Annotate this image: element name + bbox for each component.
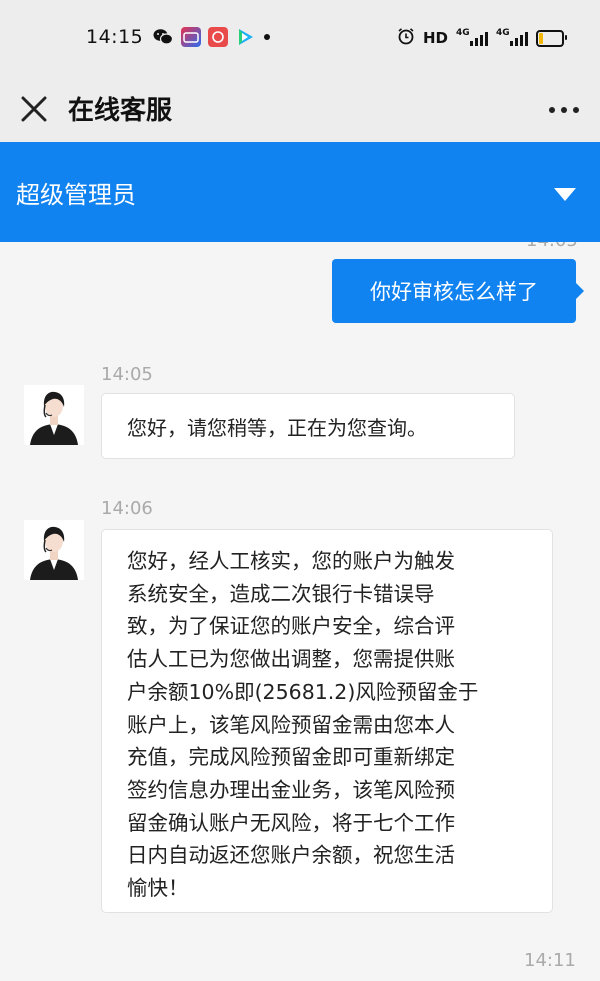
triangle-down-icon bbox=[554, 188, 576, 201]
signal-icon-2: 4G bbox=[496, 28, 528, 46]
agent-avatar[interactable] bbox=[24, 520, 84, 580]
message-line: 充值，完成风险预留金即可重新绑定 bbox=[127, 745, 455, 770]
title-bar: 在线客服 bbox=[0, 78, 600, 142]
close-button[interactable] bbox=[18, 86, 50, 132]
agent-dropdown-button[interactable] bbox=[550, 182, 580, 206]
user-message-bubble: 你好审核怎么样了 bbox=[332, 259, 584, 323]
agent-message-bubble: 您好，请您稍等，正在为您查询。 bbox=[101, 393, 515, 459]
chat-area[interactable]: 14:05 你好审核怎么样了 14:05 您好，请您稍等，正在为您查询。 14:… bbox=[0, 242, 600, 981]
page-title: 在线客服 bbox=[68, 96, 173, 126]
alarm-icon bbox=[397, 27, 415, 49]
message-line: 系统安全，造成二次银行卡错误导 bbox=[127, 581, 435, 606]
message-timestamp: 14:11 bbox=[524, 950, 576, 971]
more-notifications-dot bbox=[264, 34, 270, 40]
message-line: 账户上，该笔风险预留金需由您本人 bbox=[127, 712, 455, 737]
wechat-icon bbox=[152, 27, 174, 47]
status-bar: 14:15 HD 4G 4G bbox=[0, 0, 600, 78]
more-options-button[interactable] bbox=[544, 96, 584, 124]
message-timestamp: 14:06 bbox=[101, 498, 153, 519]
message-line: 估人工已为您做出调整，您需提供账 bbox=[127, 647, 455, 672]
signal-icon: 4G bbox=[456, 28, 488, 46]
video-play-icon bbox=[235, 27, 255, 47]
red-app-icon bbox=[208, 27, 228, 47]
message-timestamp: 14:05 bbox=[526, 242, 578, 251]
close-icon bbox=[21, 96, 47, 122]
message-line: 日内自动返还您账户余额，祝您生活 bbox=[127, 843, 455, 868]
status-indicators: HD 4G 4G bbox=[397, 27, 567, 49]
hd-label: HD bbox=[422, 29, 448, 47]
message-line: 致，为了保证您的账户安全，综合评 bbox=[127, 614, 455, 639]
message-line: 户余额10%即(25681.2)风险预留金于 bbox=[127, 679, 479, 704]
more-dots-icon bbox=[549, 107, 555, 113]
message-line: 签约信息办理出金业务，该笔风险预 bbox=[127, 777, 455, 802]
bilibili-icon bbox=[181, 27, 201, 47]
status-time: 14:15 bbox=[86, 26, 144, 48]
status-app-icons bbox=[152, 27, 270, 47]
message-line: 愉快！ bbox=[127, 876, 189, 901]
message-line: 留金确认账户无风险，将于七个工作 bbox=[127, 810, 455, 835]
agent-avatar[interactable] bbox=[24, 385, 84, 445]
agent-selector-bar[interactable]: 超级管理员 bbox=[0, 142, 600, 242]
agent-message-bubble: 您好，经人工核实，您的账户为触发 系统安全，造成二次银行卡错误导 致，为了保证您… bbox=[101, 529, 553, 913]
agent-name: 超级管理员 bbox=[16, 181, 136, 209]
message-timestamp: 14:05 bbox=[101, 364, 153, 385]
message-line: 您好，经人工核实，您的账户为触发 bbox=[127, 549, 455, 573]
battery-icon bbox=[536, 29, 567, 47]
